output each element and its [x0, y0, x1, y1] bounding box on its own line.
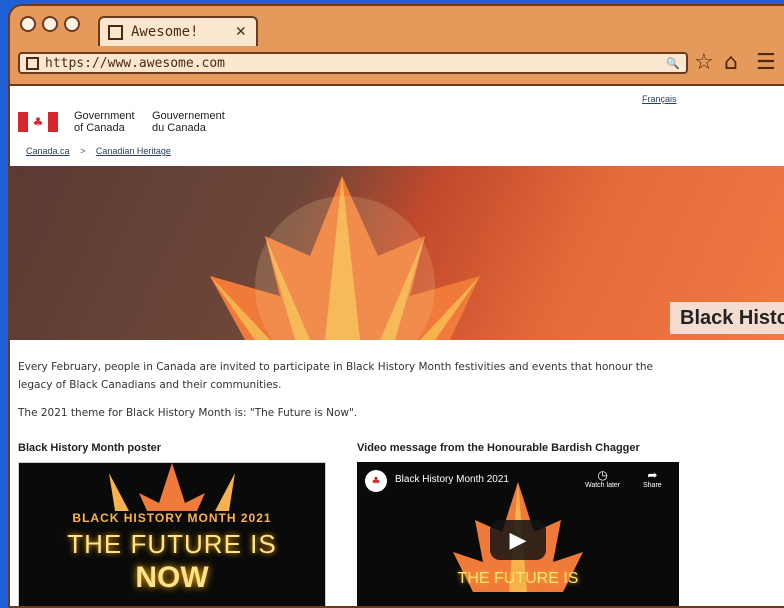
poster-line1: BLACK HISTORY MONTH 2021	[72, 511, 272, 525]
video-player[interactable]: ♣ Black History Month 2021 ◷ Watch later…	[357, 462, 679, 606]
home-icon[interactable]: ⌂	[724, 50, 738, 75]
tab-title: Awesome!	[131, 24, 199, 40]
address-bar[interactable]: https://www.awesome.com 🔍	[18, 52, 688, 74]
breadcrumb-separator: >	[80, 146, 86, 156]
banner-title: Black Histo	[670, 302, 784, 334]
poster-heading: Black History Month poster	[18, 442, 162, 454]
title-bar: Awesome! ✕	[10, 6, 784, 46]
play-button[interactable]: ▶	[490, 520, 546, 560]
page-icon	[26, 56, 39, 70]
poster-line3: NOW	[135, 561, 209, 594]
star-icon[interactable]: ☆	[694, 50, 714, 75]
watch-later-button[interactable]: ◷ Watch later	[585, 468, 620, 489]
breadcrumb-heritage-link[interactable]: Canadian Heritage	[96, 146, 171, 156]
page-icon	[108, 24, 123, 40]
poster-leaf-icon	[109, 463, 235, 511]
share-icon: ➦	[647, 468, 658, 482]
url-text: https://www.awesome.com	[45, 55, 226, 71]
breadcrumb-canada-link[interactable]: Canada.ca	[26, 146, 70, 156]
breadcrumb: Canada.ca > Canadian Heritage	[26, 146, 171, 156]
video-title[interactable]: Black History Month 2021	[395, 474, 509, 485]
maximize-window-button[interactable]	[64, 16, 80, 32]
share-button[interactable]: ➦ Share	[643, 468, 662, 489]
browser-window: Awesome! ✕ https://www.awesome.com 🔍 ☆ ⌂…	[8, 4, 784, 608]
play-icon: ▶	[509, 527, 527, 553]
poster-image[interactable]: BLACK HISTORY MONTH 2021 THE FUTURE IS N…	[18, 462, 326, 606]
hero-banner: Black Histo	[10, 166, 784, 340]
tab-close-icon[interactable]: ✕	[236, 21, 246, 41]
theme-paragraph: The 2021 theme for Black History Month i…	[18, 407, 358, 419]
channel-avatar[interactable]: ♣	[365, 470, 387, 492]
video-heading: Video message from the Honourable Bardis…	[357, 442, 640, 454]
search-icon[interactable]: 🔍	[666, 57, 680, 70]
clock-icon: ◷	[597, 468, 608, 482]
intro-paragraph: Every February, people in Canada are inv…	[18, 361, 653, 391]
minimize-window-button[interactable]	[42, 16, 58, 32]
language-toggle-link[interactable]: Français	[642, 94, 677, 104]
maple-leaf-illustration	[210, 176, 480, 340]
page-content: ♣ Government of Canada Gouvernement du Can…	[10, 84, 784, 606]
browser-tab[interactable]: Awesome! ✕	[98, 16, 258, 46]
video-overlay-text: THE FUTURE IS	[457, 570, 579, 587]
menu-icon[interactable]: ☰	[756, 50, 776, 75]
gov-en-wordmark[interactable]: Government of Canada	[74, 110, 135, 134]
canada-flag-icon: ♣	[18, 112, 58, 132]
gov-fr-wordmark[interactable]: Gouvernement du Canada	[152, 110, 225, 134]
poster-line2: THE FUTURE IS	[67, 529, 277, 559]
close-window-button[interactable]	[20, 16, 36, 32]
